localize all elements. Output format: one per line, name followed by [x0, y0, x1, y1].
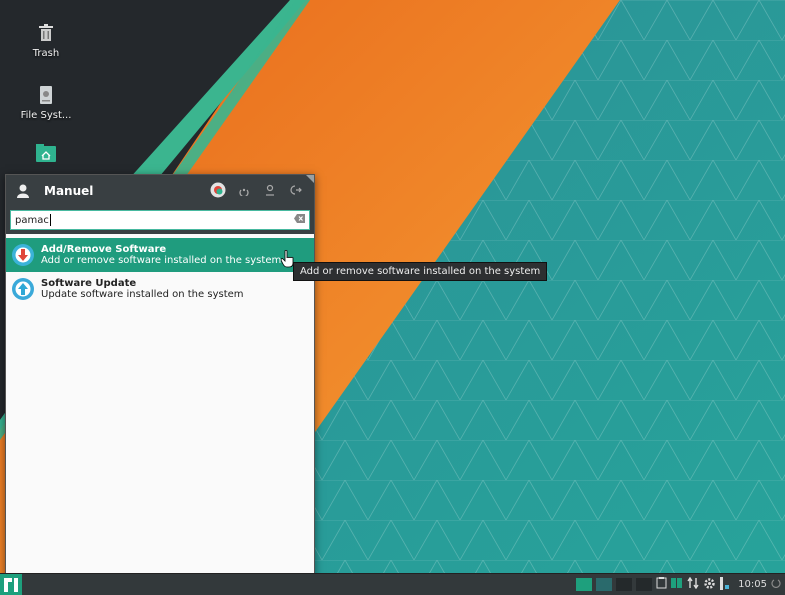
- clock[interactable]: 10:05: [738, 579, 767, 590]
- search-bar: pamac: [6, 206, 314, 234]
- workspace-1[interactable]: [576, 578, 593, 591]
- result-add-remove-software[interactable]: Add/Remove Software Add or remove softwa…: [6, 238, 314, 272]
- result-subtitle: Update software installed on the system: [41, 289, 244, 300]
- whisker-menu-button[interactable]: [0, 574, 22, 595]
- search-input-value: pamac: [15, 215, 49, 226]
- result-subtitle: Add or remove software installed on the …: [41, 255, 282, 266]
- result-title: Software Update: [41, 278, 137, 289]
- desktop-icon-file-system[interactable]: File Syst...: [14, 84, 78, 121]
- menu-resize-corner[interactable]: [306, 175, 314, 183]
- drive-icon: [35, 84, 57, 106]
- text-caret: [49, 214, 51, 226]
- desktop-icon-home[interactable]: [14, 142, 78, 168]
- clipboard-icon[interactable]: [656, 577, 667, 592]
- switch-user-icon[interactable]: [262, 181, 278, 199]
- workspace-4[interactable]: [636, 578, 653, 591]
- workspace-3[interactable]: [616, 578, 633, 591]
- application-menu: Manuel pamac Add/Remove Software Add or …: [5, 174, 315, 576]
- log-out-icon[interactable]: [288, 181, 304, 199]
- user-icon: [16, 183, 32, 199]
- desktop-icon-label: File Syst...: [20, 110, 72, 121]
- result-title: Add/Remove Software: [41, 244, 167, 255]
- network-transfer-icon[interactable]: [687, 576, 699, 592]
- workspace-2[interactable]: [596, 578, 613, 591]
- desktop-icon-trash[interactable]: Trash: [14, 22, 78, 59]
- result-software-update[interactable]: Software Update Update software installe…: [6, 272, 314, 306]
- battery-icon[interactable]: [720, 576, 730, 593]
- clear-search-icon[interactable]: [294, 214, 305, 226]
- settings-manager-icon[interactable]: [210, 181, 226, 199]
- power-icon[interactable]: [771, 578, 781, 591]
- user-name: Manuel: [44, 183, 94, 198]
- search-results: Add/Remove Software Add or remove softwa…: [6, 234, 314, 306]
- desktop-icon-label: Trash: [32, 48, 60, 59]
- trash-icon: [35, 22, 57, 44]
- tooltip: Add or remove software installed on the …: [293, 262, 548, 281]
- pamac-add-remove-icon: [12, 244, 34, 266]
- taskbar: 10:05: [0, 573, 785, 595]
- settings-gear-icon[interactable]: [703, 577, 716, 593]
- home-folder-icon: [35, 142, 57, 164]
- lock-screen-icon[interactable]: [236, 181, 252, 199]
- manjaro-logo-icon: [4, 577, 18, 592]
- software-update-icon: [12, 278, 34, 300]
- menu-header: Manuel: [6, 175, 314, 206]
- system-tray: 10:05: [576, 574, 785, 595]
- package-updates-icon[interactable]: [671, 577, 683, 592]
- search-input[interactable]: pamac: [10, 210, 310, 230]
